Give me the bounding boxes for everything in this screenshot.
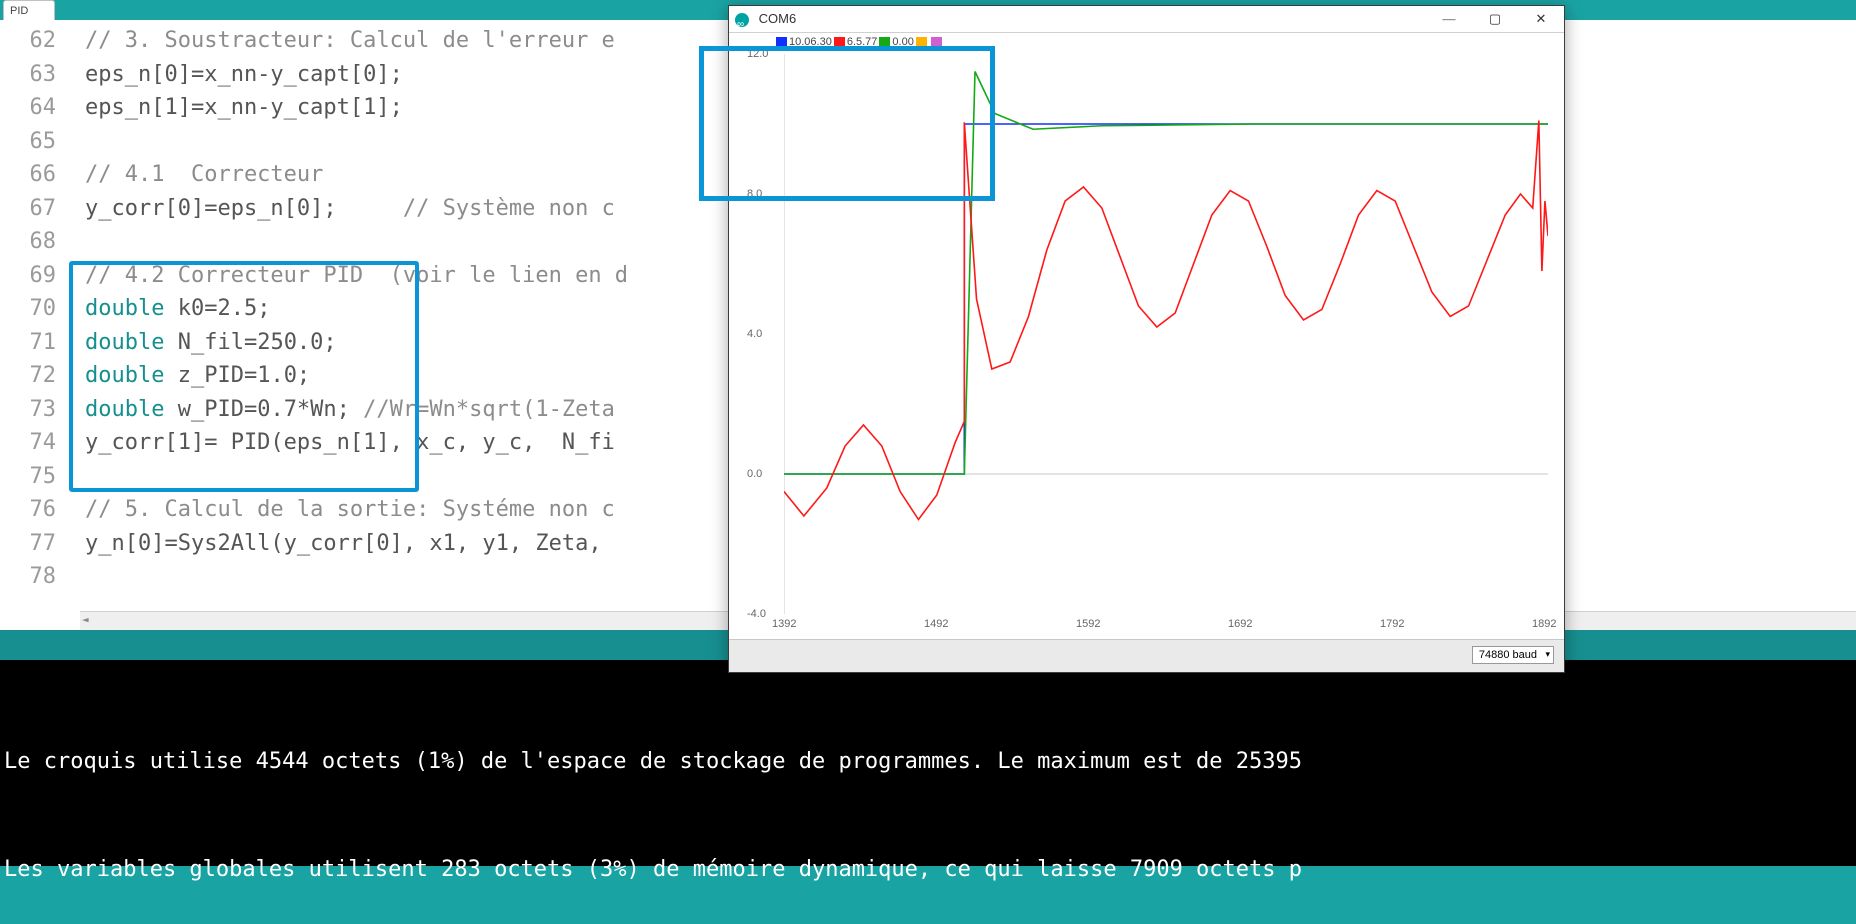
console-line: Les variables globales utilisent 283 oct… bbox=[4, 852, 1856, 888]
console-line: Le croquis utilise 4544 octets (1%) de l… bbox=[4, 744, 1856, 780]
plot-highlight-box bbox=[699, 46, 995, 201]
x-tick: 1392 bbox=[772, 618, 796, 630]
plotter-title: COM6 bbox=[759, 11, 797, 26]
x-tick: 1792 bbox=[1380, 618, 1404, 630]
baud-select[interactable]: 74880 baud bbox=[1472, 646, 1554, 664]
line-gutter: 6263646566676869707172737475767778 bbox=[0, 20, 70, 630]
y-tick: -4.0 bbox=[747, 608, 766, 620]
minimize-button[interactable]: — bbox=[1426, 6, 1472, 32]
x-tick: 1692 bbox=[1228, 618, 1252, 630]
plotter-statusbar: 74880 baud bbox=[729, 639, 1564, 672]
build-console: Le croquis utilise 4544 octets (1%) de l… bbox=[0, 660, 1856, 866]
x-tick: 1892 bbox=[1532, 618, 1556, 630]
tab-pid[interactable]: PID bbox=[3, 0, 55, 21]
arduino-icon bbox=[735, 13, 749, 27]
maximize-button[interactable]: ▢ bbox=[1472, 6, 1518, 32]
plotter-titlebar[interactable]: COM6 — ▢ ✕ bbox=[729, 6, 1564, 33]
code-highlight-box bbox=[69, 261, 419, 492]
y-tick: 0.0 bbox=[747, 468, 762, 480]
y-tick: 4.0 bbox=[747, 328, 762, 340]
serial-plotter-window: COM6 — ▢ ✕ 10.06.306.5.770.00 12.08.04.0… bbox=[728, 5, 1565, 673]
x-tick: 1592 bbox=[1076, 618, 1100, 630]
close-button[interactable]: ✕ bbox=[1518, 6, 1564, 32]
x-tick: 1492 bbox=[924, 618, 948, 630]
